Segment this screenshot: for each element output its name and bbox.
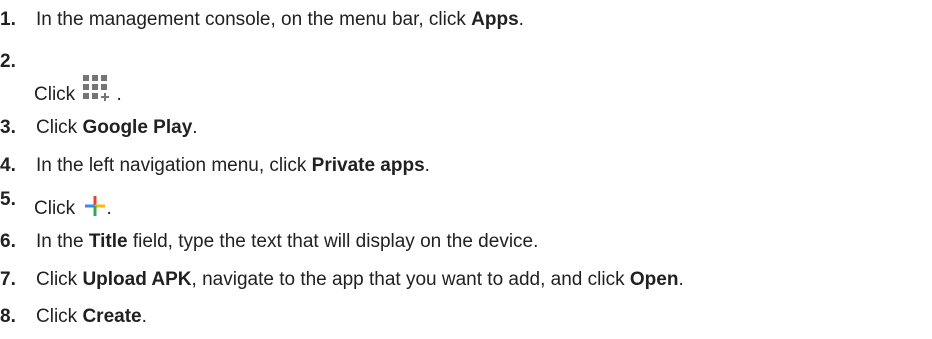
ui-term-create: Create (82, 306, 142, 327)
step-text-part: Click (36, 306, 83, 327)
colored-plus-icon (84, 195, 106, 217)
step-text: Click Create. (36, 305, 147, 329)
ui-term-private-apps: Private apps (311, 155, 425, 176)
step-number: 8. (0, 306, 16, 327)
instruction-steps: 1. In the management console, on the men… (0, 0, 932, 339)
step-text-part: Click (36, 269, 83, 290)
step-text-part: . (678, 269, 684, 290)
step-text: Click . (34, 192, 112, 221)
step-text: In the Title field, type the text that w… (36, 230, 538, 254)
step-number: 6. (0, 231, 16, 252)
step-text-part: . (106, 198, 112, 219)
step-number: 3. (0, 117, 16, 138)
ui-term-open: Open (629, 269, 679, 290)
step-text: Click . (34, 72, 122, 107)
step-number: 5. (0, 189, 16, 210)
step-number: 4. (0, 155, 16, 176)
step-text-part: In the left navigation menu, click (36, 155, 312, 176)
ui-term-upload-apk: Upload APK (82, 269, 192, 290)
step-text: In the management console, on the menu b… (36, 8, 524, 32)
step-text-part: . (192, 117, 198, 138)
step-text-part: . (116, 84, 122, 105)
step-text: In the left navigation menu, click Priva… (36, 154, 430, 178)
step-text-part: . (424, 155, 430, 176)
step-text: Click Google Play. (36, 116, 198, 140)
ui-term-apps: Apps (471, 9, 519, 30)
step-text-part: . (141, 306, 147, 327)
step-text: Click Upload APK, navigate to the app th… (36, 268, 684, 292)
step-text-part: , navigate to the app that you want to a… (191, 269, 630, 290)
ui-term-google-play: Google Play (82, 117, 193, 138)
step-number: 1. (0, 9, 16, 30)
step-number: 7. (0, 269, 16, 290)
step-text-part: field, type the text that will display o… (127, 231, 539, 252)
step-text-part: Click (36, 117, 83, 138)
step-text-part: . (518, 9, 524, 30)
step-text-part: In the management console, on the menu b… (36, 9, 472, 30)
step-text-part: Click (34, 84, 81, 105)
step-number: 2. (0, 51, 16, 72)
ui-term-title: Title (88, 231, 128, 252)
step-text-part: Click (34, 198, 81, 219)
apps-grid-add-icon (82, 75, 116, 103)
step-text-part: In the (36, 231, 89, 252)
